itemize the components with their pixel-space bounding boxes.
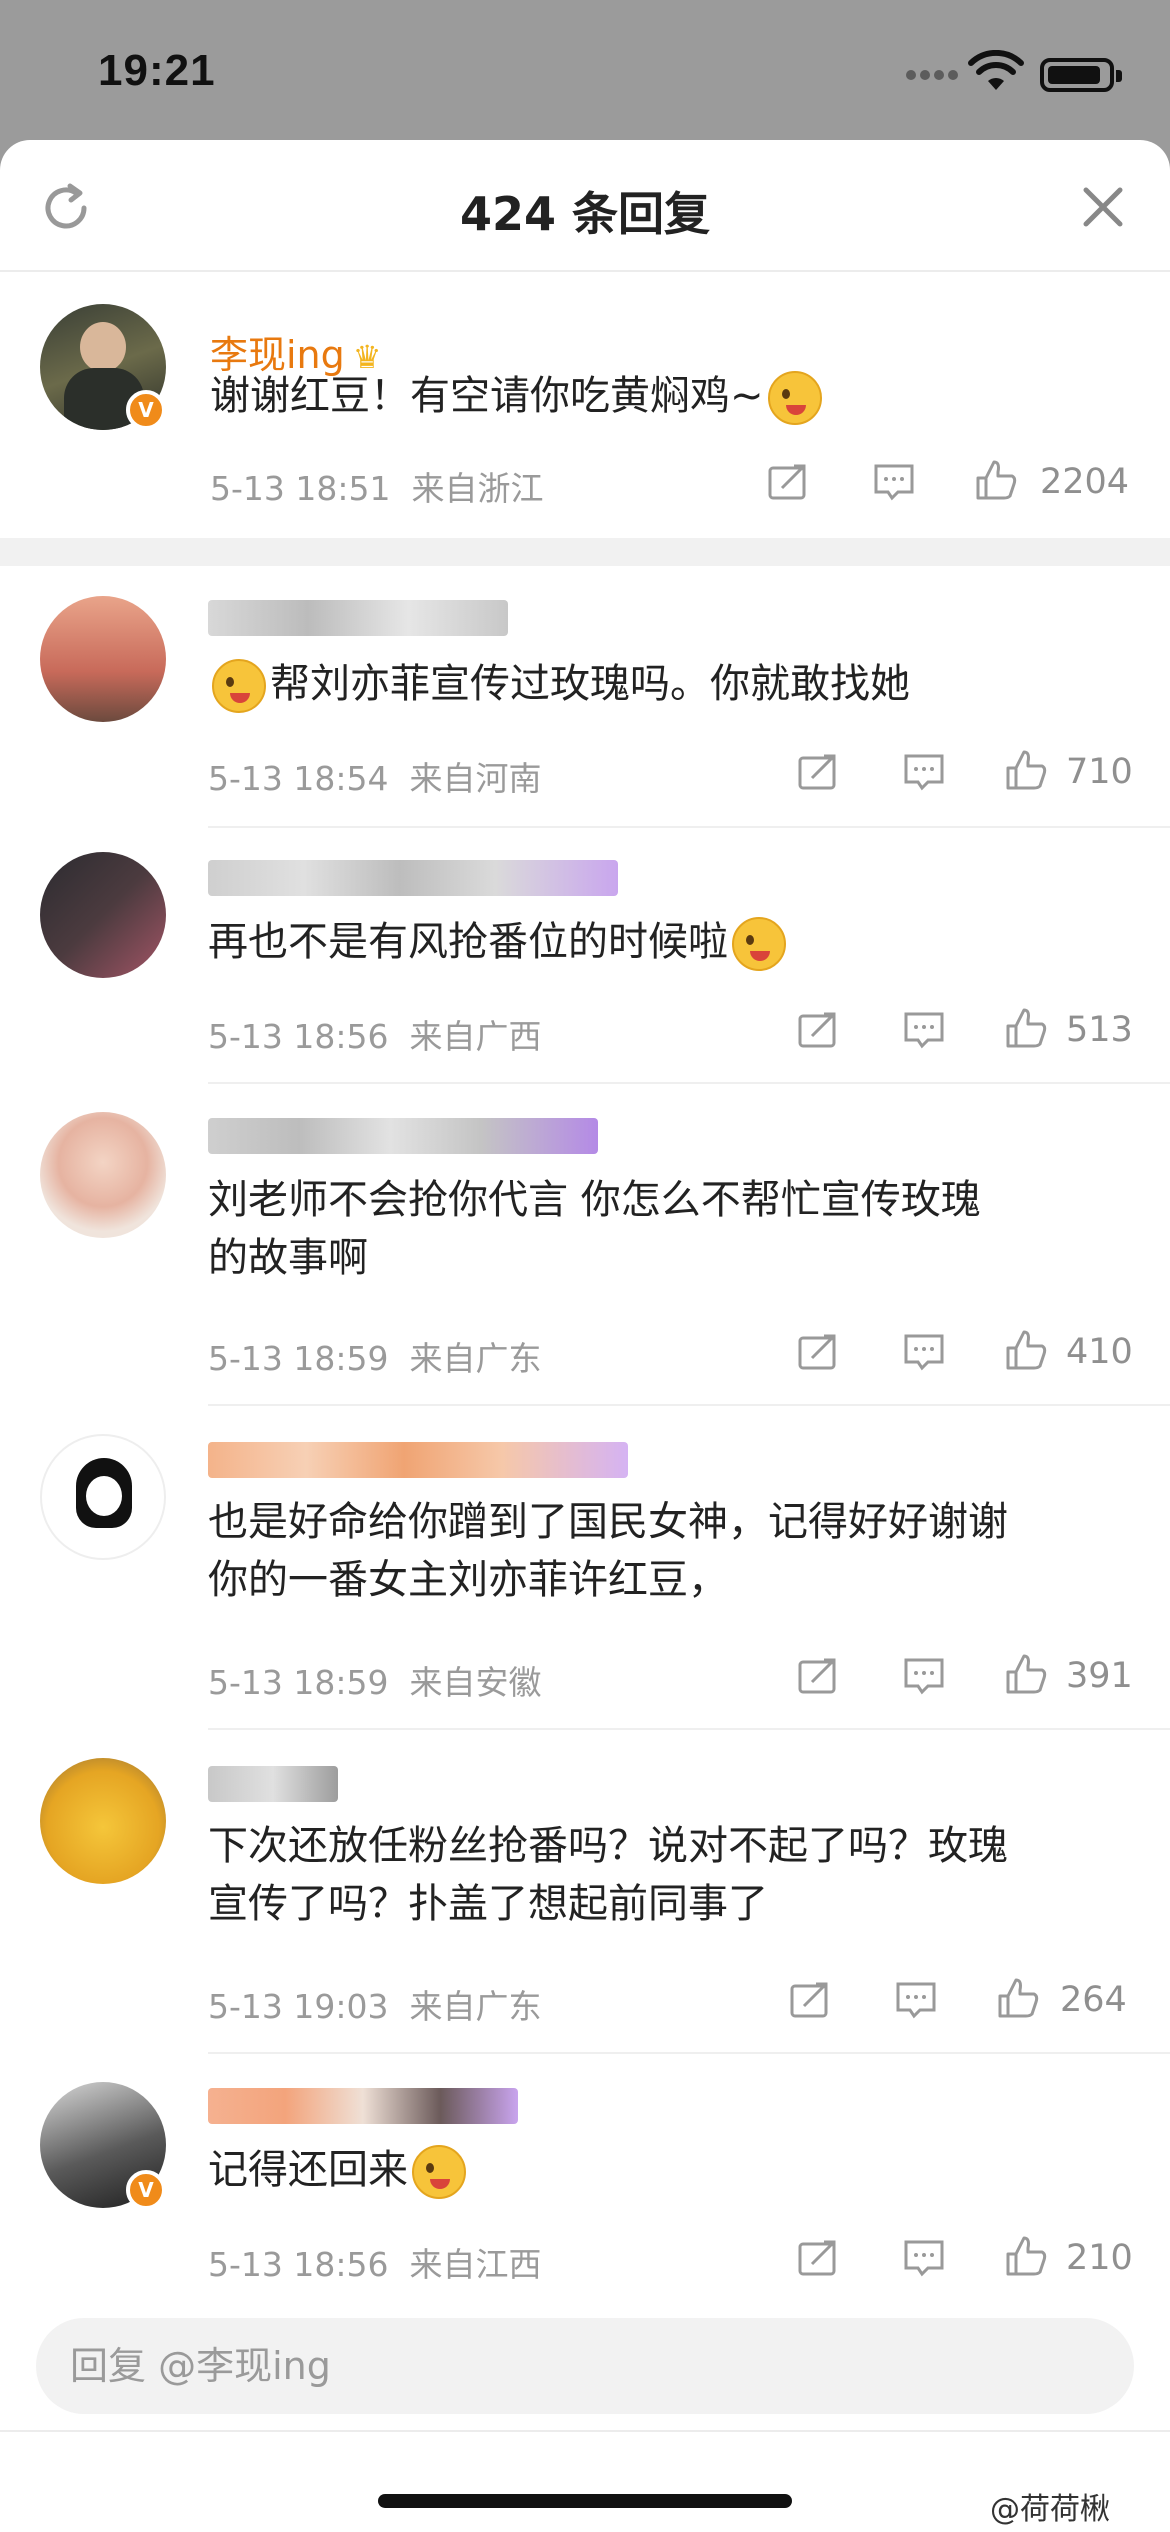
divider (208, 1404, 1170, 1406)
like-count: 710 (1066, 752, 1133, 792)
avatar[interactable] (40, 852, 166, 978)
page-title: 424 条回复 (459, 187, 711, 241)
comment-text: 记得还回来 (208, 2138, 470, 2202)
emoji-icon (212, 659, 266, 713)
blurred-username (208, 2088, 518, 2124)
watermark: @荷荷楸 (990, 2492, 1110, 2527)
like-icon[interactable] (1004, 1654, 1048, 1694)
comment-icon[interactable] (902, 2238, 946, 2278)
status-time: 19:21 (98, 46, 216, 95)
share-icon[interactable] (766, 462, 810, 502)
battery-icon (1040, 58, 1122, 92)
like-icon[interactable] (974, 460, 1018, 500)
comment-icon[interactable] (902, 1656, 946, 1696)
wifi-icon (968, 50, 1024, 90)
comment-text-body: 帮刘亦菲宣传过玫瑰吗。你就敢找她 (270, 661, 910, 707)
comment-icon[interactable] (902, 1332, 946, 1372)
like-icon[interactable] (1004, 1330, 1048, 1370)
section-gap (0, 538, 1170, 566)
comment-location: 来自广东 (409, 1339, 542, 1378)
comment-text: 谢谢红豆！有空请你吃黄焖鸡~ (210, 364, 826, 428)
close-icon[interactable] (1078, 182, 1128, 232)
comment-icon[interactable] (902, 1010, 946, 1050)
sheet-header: 424 条回复 (0, 140, 1170, 272)
blurred-username (208, 860, 618, 896)
reply-input[interactable]: 回复 @李现ing (36, 2318, 1134, 2414)
like-icon[interactable] (1004, 750, 1048, 790)
blurred-username (208, 600, 508, 636)
emoji-icon (412, 2145, 466, 2199)
comment-location: 来自广西 (409, 1017, 542, 1056)
comment-time: 5-13 18:56 (208, 2245, 389, 2284)
avatar[interactable] (40, 1112, 166, 1238)
comment-meta: 5-13 18:56 来自江西 (208, 2238, 541, 2286)
comment-icon[interactable] (872, 462, 916, 502)
blurred-username (208, 1442, 628, 1478)
comment-location: 来自河南 (409, 759, 542, 798)
comment-icon[interactable] (902, 752, 946, 792)
reply-sheet: 424 条回复 V 李现ing ♛ 谢谢红豆！有空请你吃黄焖鸡~ 5-13 18:… (0, 140, 1170, 2532)
comment-text-line1: 也是好命给你蹭到了国民女神，记得好好谢谢 (208, 1499, 1008, 1545)
like-count: 410 (1066, 1332, 1133, 1372)
like-icon[interactable] (1004, 2236, 1048, 2276)
like-icon[interactable] (996, 1978, 1040, 2018)
comment-text-line1: 下次还放任粉丝抢番吗？说对不起了吗？玫瑰 (208, 1823, 1008, 1869)
comment-text-body: 记得还回来 (208, 2147, 408, 2193)
comment-text-body: 再也不是有风抢番位的时候啦 (208, 919, 728, 965)
comment-time: 5-13 18:56 (208, 1017, 389, 1056)
share-icon[interactable] (796, 1332, 840, 1372)
comment-text: 再也不是有风抢番位的时候啦 (208, 910, 790, 974)
share-icon[interactable] (796, 2238, 840, 2278)
signal-icon (906, 60, 960, 80)
share-icon[interactable] (788, 1980, 832, 2020)
avatar[interactable] (40, 596, 166, 722)
divider (208, 1728, 1170, 1730)
top-comment: V 李现ing ♛ 谢谢红豆！有空请你吃黄焖鸡~ 5-13 18:51 来自浙江 … (0, 272, 1170, 538)
comment-text-line1: 刘老师不会抢你代言 你怎么不帮忙宣传玫瑰 (208, 1177, 981, 1223)
home-indicator[interactable] (378, 2494, 792, 2508)
like-count: 264 (1060, 1980, 1127, 2020)
share-icon[interactable] (796, 1010, 840, 1050)
avatar[interactable] (40, 1758, 166, 1884)
comment-location: 来自广东 (409, 1987, 542, 2026)
comment-meta: 5-13 19:03 来自广东 (208, 1980, 541, 2028)
like-count: 391 (1066, 1656, 1133, 1696)
like-count: 513 (1066, 1010, 1133, 1050)
comment-text-line2: 的故事啊 (208, 1235, 368, 1281)
share-icon[interactable] (796, 752, 840, 792)
comment-meta: 5-13 18:54 来自河南 (208, 752, 541, 800)
comment-location: 来自江西 (409, 2245, 542, 2284)
like-icon[interactable] (1004, 1008, 1048, 1048)
avatar[interactable] (40, 1434, 166, 1560)
comment-time: 5-13 18:59 (208, 1339, 389, 1378)
like-count: 210 (1066, 2238, 1133, 2278)
comment-time: 5-13 19:03 (208, 1987, 389, 2026)
emoji-icon (767, 371, 822, 425)
comment-meta: 5-13 18:59 来自广东 (208, 1332, 541, 1380)
divider (208, 1082, 1170, 1084)
comment-text-body: 谢谢红豆！有空请你吃黄焖鸡~ (210, 373, 764, 419)
comment-text: 帮刘亦菲宣传过玫瑰吗。你就敢找她 (208, 652, 910, 716)
comment-location: 来自安徽 (409, 1663, 542, 1702)
comment-time: 5-13 18:54 (208, 759, 389, 798)
blurred-username (208, 1766, 338, 1802)
share-icon[interactable] (796, 1656, 840, 1696)
comment-meta: 5-13 18:56 来自广西 (208, 1010, 541, 1058)
comment-text-line2: 宣传了吗？扑盖了想起前同事了 (208, 1881, 768, 1927)
comment-text-line2: 你的一番女主刘亦菲许红豆， (208, 1557, 728, 1603)
verified-badge: V (126, 2170, 166, 2210)
comment-meta: 5-13 18:59 来自安徽 (208, 1656, 541, 1704)
comment-location: 来自浙江 (411, 469, 544, 508)
status-bar: 19:21 (0, 0, 1170, 140)
like-count: 2204 (1040, 462, 1130, 502)
emoji-icon (732, 917, 786, 971)
divider (208, 826, 1170, 828)
comment-time: 5-13 18:51 (210, 469, 391, 508)
blurred-username (208, 1118, 598, 1154)
divider (208, 2052, 1170, 2054)
comment-icon[interactable] (894, 1980, 938, 2020)
comment-time: 5-13 18:59 (208, 1663, 389, 1702)
comment-meta: 5-13 18:51 来自浙江 (210, 462, 543, 510)
verified-badge: V (126, 390, 166, 430)
